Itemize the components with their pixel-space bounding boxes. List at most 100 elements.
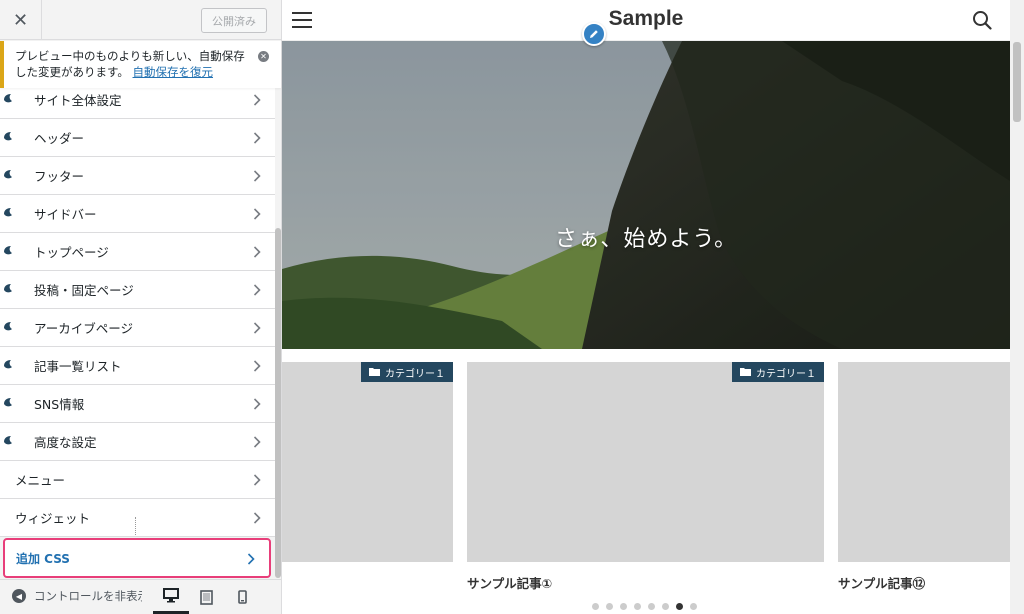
swell-icon — [4, 398, 12, 407]
section-item[interactable]: メニュー — [0, 461, 275, 499]
site-preview: Sample さぁ、始めよう。 カテゴリー１ カテゴリー１ サンプル記事① サン… — [282, 0, 1024, 614]
post-slider: カテゴリー１ カテゴリー１ サンプル記事① サンプル記事⑫ — [282, 362, 1010, 592]
section-item[interactable]: 投稿・固定ページ — [0, 271, 275, 309]
drag-hint-line — [135, 517, 136, 535]
section-label: 投稿・固定ページ — [34, 283, 134, 298]
chevron-right-icon — [253, 284, 261, 296]
chevron-right-icon — [253, 132, 261, 144]
swell-icon — [4, 208, 12, 217]
slider-dot[interactable] — [648, 603, 655, 610]
slider-dot[interactable] — [606, 603, 613, 610]
hero-catchphrase: さぁ、始めよう。 — [554, 227, 738, 252]
swell-icon — [4, 436, 12, 445]
collapse-arrow-icon: ◀ — [12, 589, 26, 603]
slider-dot[interactable] — [662, 603, 669, 610]
swell-icon — [4, 132, 12, 141]
section-label: ウィジェット — [15, 511, 91, 526]
section-label: SNS情報 — [34, 397, 85, 412]
mobile-preview-button[interactable] — [224, 580, 260, 614]
desktop-preview-button[interactable] — [153, 580, 189, 614]
section-item[interactable]: サイドバー — [0, 195, 275, 233]
preview-scrollbar-thumb[interactable] — [1013, 42, 1021, 122]
customizer-header: ✕ 公開済み — [0, 0, 281, 40]
section-item[interactable]: アーカイブページ — [0, 309, 275, 347]
hero-image: さぁ、始めよう。 — [282, 41, 1010, 349]
desktop-icon — [163, 588, 179, 603]
post-thumbnail — [838, 362, 1010, 562]
category-badge: カテゴリー１ — [361, 362, 453, 382]
section-label: サイト全体設定 — [34, 93, 122, 108]
folder-icon — [740, 368, 751, 376]
section-label: 追加 CSS — [16, 551, 70, 566]
tablet-preview-button[interactable] — [188, 580, 224, 614]
section-item[interactable]: フッター — [0, 157, 275, 195]
swell-icon — [4, 246, 12, 255]
slider-dot[interactable] — [620, 603, 627, 610]
section-item-additional-css[interactable]: 追加 CSS — [3, 538, 271, 578]
section-label: 記事一覧リスト — [34, 359, 122, 374]
swell-icon — [4, 170, 12, 179]
chevron-right-icon — [253, 208, 261, 220]
site-header: Sample — [282, 0, 1010, 41]
site-title[interactable]: Sample — [282, 7, 1010, 31]
section-item[interactable]: ウィジェット — [0, 499, 275, 537]
slider-dot[interactable] — [592, 603, 599, 610]
post-title[interactable]: サンプル記事① — [467, 573, 552, 592]
restore-autosave-link[interactable]: 自動保存を復元 — [133, 65, 214, 79]
section-item[interactable]: 記事一覧リスト — [0, 347, 275, 385]
folder-icon — [369, 368, 380, 376]
autosave-notice: プレビュー中のものよりも新しい、自動保存した変更があります。 自動保存を復元 ✕ — [0, 41, 281, 88]
chevron-right-icon — [253, 360, 261, 372]
slider-dot[interactable] — [676, 603, 683, 610]
hero-landscape-image — [282, 41, 1010, 349]
swell-icon — [4, 322, 12, 331]
slider-pagination — [592, 603, 704, 611]
section-label: フッター — [34, 169, 85, 184]
swell-icon — [4, 360, 12, 369]
swell-icon — [4, 284, 12, 293]
edit-shortcut-pencil-icon[interactable] — [582, 22, 606, 46]
section-item[interactable]: ヘッダー — [0, 119, 275, 157]
category-label: カテゴリー１ — [756, 368, 816, 380]
category-badge: カテゴリー１ — [732, 362, 824, 382]
tablet-icon — [199, 589, 213, 605]
section-label: ヘッダー — [34, 131, 85, 146]
autosave-notice-text: プレビュー中のものよりも新しい、自動保存した変更があります。 自動保存を復元 — [15, 48, 253, 80]
section-label: メニュー — [15, 473, 66, 488]
chevron-right-icon — [253, 436, 261, 448]
mobile-icon — [237, 590, 247, 604]
chevron-right-icon — [253, 94, 261, 106]
customizer-sidebar: ✕ 公開済み サイト全体設定 ヘッダーフッターサイドバートップページ投稿・固定ペー… — [0, 0, 282, 614]
post-title[interactable]: サンプル記事⑫ — [838, 573, 925, 592]
chevron-right-icon — [253, 170, 261, 182]
dismiss-notice-icon[interactable]: ✕ — [258, 51, 269, 62]
collapse-sidebar-button[interactable]: ◀ コントロールを非表示 — [12, 588, 142, 604]
customizer-panel-list: サイト全体設定 ヘッダーフッターサイドバートップページ投稿・固定ページ アーカイブペ… — [0, 81, 275, 579]
close-customizer-button[interactable]: ✕ — [0, 0, 42, 40]
customizer-footer: ◀ コントロールを非表示 — [0, 579, 281, 614]
section-label: トップページ — [34, 245, 109, 260]
chevron-right-icon — [253, 474, 261, 486]
section-label: アーカイブページ — [34, 321, 134, 336]
section-item[interactable]: SNS情報 — [0, 385, 275, 423]
chevron-right-icon — [253, 246, 261, 258]
chevron-right-icon — [253, 322, 261, 334]
section-label: 高度な設定 — [34, 435, 97, 450]
post-thumbnail — [467, 362, 824, 562]
chevron-right-icon — [253, 512, 261, 524]
chevron-right-icon — [247, 553, 255, 565]
section-item[interactable]: 高度な設定 — [0, 423, 275, 461]
collapse-sidebar-label: コントロールを非表示 — [34, 589, 142, 603]
slider-dot[interactable] — [690, 603, 697, 610]
section-label: サイドバー — [34, 207, 97, 222]
category-label: カテゴリー１ — [385, 368, 445, 380]
preview-scrollbar[interactable] — [1010, 0, 1024, 614]
post-thumbnail — [282, 362, 453, 562]
publish-button[interactable]: 公開済み — [201, 8, 267, 33]
swell-icon — [4, 94, 12, 103]
slider-dot[interactable] — [634, 603, 641, 610]
chevron-right-icon — [253, 398, 261, 410]
sidebar-scrollbar[interactable] — [275, 228, 281, 578]
section-item[interactable]: トップページ — [0, 233, 275, 271]
search-icon[interactable] — [972, 10, 992, 30]
